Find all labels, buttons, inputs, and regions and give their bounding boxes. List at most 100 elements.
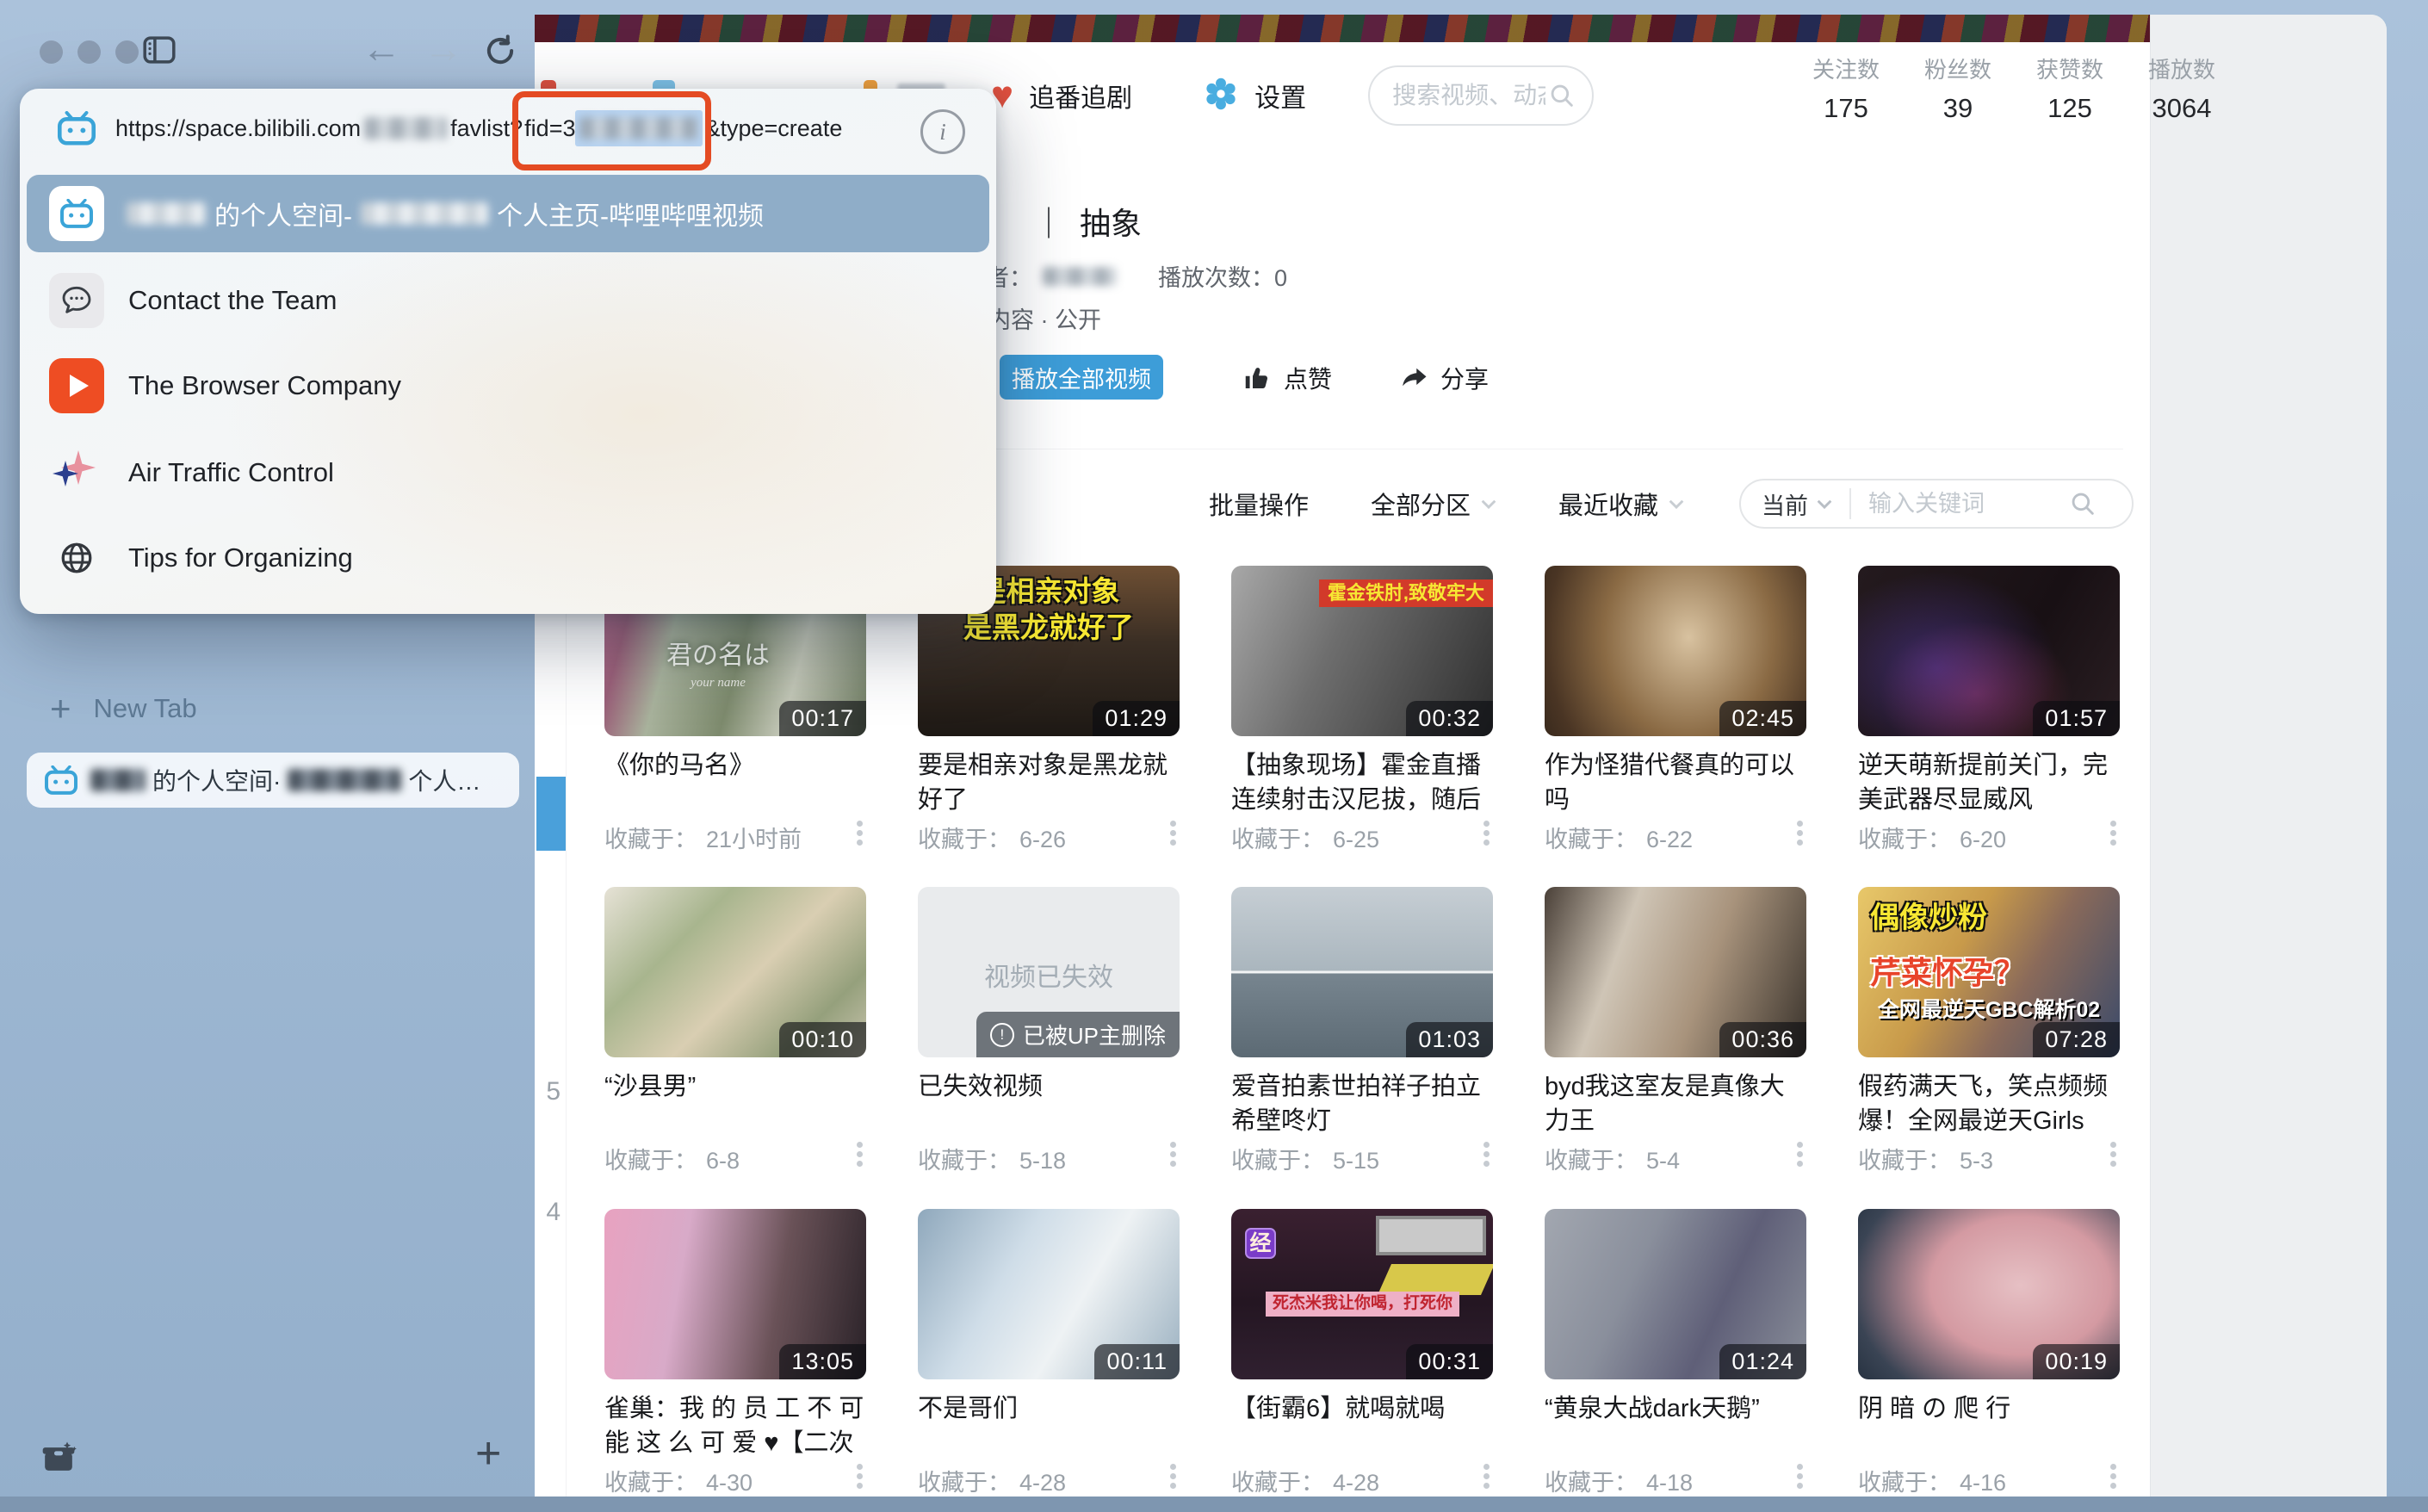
selected-folder-indicator[interactable] <box>536 777 566 851</box>
reload-icon[interactable] <box>482 33 518 73</box>
forward-icon[interactable]: → <box>424 31 463 65</box>
more-menu-icon[interactable] <box>1170 1142 1176 1148</box>
suggestion-browser-company[interactable]: The Browser Company <box>20 351 996 420</box>
more-menu-icon[interactable] <box>1797 1464 1803 1470</box>
more-menu-icon[interactable] <box>1797 1142 1803 1148</box>
video-title[interactable]: 要是相亲对象是黑龙就好了 <box>918 748 1180 817</box>
video-card[interactable]: 13:05 雀巢：我 的 员 工 不 可 能 这 么 可 爱 ♥【二次元爆改 收… <box>604 1209 866 1497</box>
more-menu-icon[interactable] <box>1483 1464 1490 1470</box>
video-thumbnail[interactable]: 00:31 经死杰米我让你喝，打死你 <box>1231 1209 1493 1379</box>
new-tab-label: New Tab <box>94 693 197 724</box>
sort-dropdown[interactable]: 最近收藏 <box>1558 486 1688 522</box>
suggestion-contact-team[interactable]: Contact the Team <box>20 266 996 335</box>
video-meta: 收藏于：5-18 <box>918 1142 1180 1171</box>
more-menu-icon[interactable] <box>1170 1464 1176 1470</box>
video-title[interactable]: 爱音拍素世拍祥子拍立希壁咚灯 <box>1231 1069 1493 1138</box>
bangumi-nav-item[interactable]: 追番追剧 <box>1029 77 1132 115</box>
more-menu-icon[interactable] <box>857 1142 863 1148</box>
url-text[interactable]: https://space.bilibili.com favlist? fid=… <box>115 110 842 146</box>
back-icon[interactable]: ← <box>362 31 401 65</box>
close-window-icon[interactable] <box>40 40 63 64</box>
video-title[interactable]: “黄泉大战dark天鹅” <box>1545 1391 1806 1426</box>
more-menu-icon[interactable] <box>2110 1142 2116 1148</box>
saved-label: 收藏于： <box>604 827 697 852</box>
space-search-input[interactable] <box>1391 81 1547 110</box>
duration-badge: 00:17 <box>779 701 866 736</box>
video-thumbnail[interactable]: 13:05 <box>604 1209 866 1379</box>
search-icon[interactable] <box>2068 489 2097 518</box>
video-thumbnail[interactable]: 01:57 <box>1858 566 2120 736</box>
video-title[interactable]: byd我这室友是真像大力王 <box>1545 1069 1806 1138</box>
video-title[interactable]: 作为怪猎代餐真的可以吗 <box>1545 748 1806 817</box>
more-menu-icon[interactable] <box>2110 1464 2116 1470</box>
video-card[interactable]: 00:11 不是哥们 收藏于：4-28 <box>918 1209 1180 1497</box>
video-thumbnail[interactable]: 02:45 <box>1545 566 1806 736</box>
category-dropdown[interactable]: 全部分区 <box>1371 486 1500 522</box>
settings-nav-item[interactable]: 设置 <box>1254 77 1306 115</box>
video-card[interactable]: 00:10 “沙县男” 收藏于：6-8 <box>604 887 866 1180</box>
video-title[interactable]: 已失效视频 <box>918 1069 1180 1104</box>
url-bar[interactable]: https://space.bilibili.com favlist? fid=… <box>20 89 996 168</box>
zoom-window-icon[interactable] <box>115 40 139 64</box>
saved-label: 收藏于： <box>1545 1148 1638 1174</box>
window-controls[interactable] <box>40 40 139 64</box>
active-tab[interactable]: 的个人空间·个人… <box>27 753 519 808</box>
video-card[interactable]: 01:24 “黄泉大战dark天鹅” 收藏于：4-18 <box>1545 1209 1806 1497</box>
more-menu-icon[interactable] <box>857 821 863 827</box>
video-thumbnail[interactable]: 00:32 霍金铁肘,致敬牢大 <box>1231 566 1493 736</box>
video-title[interactable]: 逆天萌新提前关门，完美武器尽显威风 <box>1858 748 2120 817</box>
keyword-search-box[interactable]: 当前 <box>1739 479 2134 529</box>
new-tab-button[interactable]: + New Tab <box>50 691 197 727</box>
video-card[interactable]: 00:31 经死杰米我让你喝，打死你 【街霸6】就喝就喝 收藏于：4-28 <box>1231 1209 1493 1497</box>
share-button[interactable]: 分享 <box>1399 359 1489 397</box>
minimize-window-icon[interactable] <box>77 40 101 64</box>
video-card[interactable]: 01:03 爱音拍素世拍祥子拍立希壁咚灯 收藏于：5-15 <box>1231 887 1493 1180</box>
batch-operations-button[interactable]: 批量操作 <box>1209 486 1309 522</box>
video-card[interactable]: 01:57 逆天萌新提前关门，完美武器尽显威风 收藏于：6-20 <box>1858 566 2120 858</box>
saved-date: 21小时前 <box>706 827 802 852</box>
search-icon[interactable] <box>1547 80 1576 111</box>
video-title[interactable]: 《你的马名》 <box>604 748 866 783</box>
keyword-input[interactable] <box>1867 490 2068 518</box>
video-title[interactable]: 雀巢：我 的 员 工 不 可 能 这 么 可 爱 ♥【二次元爆改 <box>604 1391 866 1462</box>
archive-box-icon[interactable] <box>40 1440 77 1478</box>
video-card[interactable]: 00:36 byd我这室友是真像大力王 收藏于：5-4 <box>1545 887 1806 1180</box>
scope-dropdown[interactable]: 当前 <box>1762 487 1836 521</box>
video-thumbnail[interactable]: 00:36 <box>1545 887 1806 1057</box>
video-thumbnail[interactable]: 00:19 <box>1858 1209 2120 1379</box>
more-menu-icon[interactable] <box>2110 821 2116 827</box>
info-icon[interactable]: i <box>920 109 965 154</box>
video-thumbnail[interactable]: 视频已失效!已被UP主删除 <box>918 887 1180 1057</box>
video-thumbnail[interactable]: 00:10 <box>604 887 866 1057</box>
sidebar-toggle-icon[interactable] <box>143 35 176 69</box>
video-title[interactable]: 假药满天飞，笑点频频爆！全网最逆天Girls Band Cry解析 <box>1858 1069 2120 1140</box>
more-menu-icon[interactable] <box>1483 1142 1490 1148</box>
video-title[interactable]: 阴 暗 の 爬 行 <box>1858 1391 2120 1426</box>
video-card[interactable]: 00:19 阴 暗 の 爬 行 收藏于：4-16 <box>1858 1209 2120 1497</box>
video-title[interactable]: 不是哥们 <box>918 1391 1180 1426</box>
video-thumbnail[interactable]: 00:11 <box>918 1209 1180 1379</box>
video-thumbnail[interactable]: 01:03 <box>1231 887 1493 1057</box>
video-card[interactable]: 视频已失效!已被UP主删除 已失效视频 收藏于：5-18 <box>918 887 1180 1180</box>
like-button[interactable]: 点赞 <box>1242 359 1332 397</box>
video-card[interactable]: 02:45 作为怪猎代餐真的可以吗 收藏于：6-22 <box>1545 566 1806 858</box>
play-all-button[interactable]: 播放全部视频 <box>1000 355 1163 400</box>
suggestion-air-traffic-control[interactable]: Air Traffic Control <box>20 438 996 507</box>
video-card[interactable]: 00:32 霍金铁肘,致敬牢大 【抽象现场】霍金直播连续射击汉尼拔，随后直播间被… <box>1231 566 1493 858</box>
space-search-box[interactable] <box>1368 65 1594 126</box>
video-card[interactable]: 07:28 偶像炒粉芹菜怀孕？全网最逆天GBC解析02 假药满天飞，笑点频频爆！… <box>1858 887 2120 1180</box>
video-title[interactable]: “沙县男” <box>604 1069 866 1104</box>
video-title[interactable]: 【抽象现场】霍金直播连续射击汉尼拔，随后直播间被封 <box>1231 748 1493 819</box>
video-meta: 收藏于：4-28 <box>918 1464 1180 1493</box>
video-thumbnail[interactable]: 07:28 偶像炒粉芹菜怀孕？全网最逆天GBC解析02 <box>1858 887 2120 1057</box>
more-menu-icon[interactable] <box>1170 821 1176 827</box>
video-title[interactable]: 【街霸6】就喝就喝 <box>1231 1391 1493 1426</box>
more-menu-icon[interactable] <box>1483 821 1490 827</box>
more-menu-icon[interactable] <box>1797 821 1803 827</box>
saved-date: 5-18 <box>1019 1148 1066 1174</box>
add-space-icon[interactable]: + <box>475 1431 501 1476</box>
more-menu-icon[interactable] <box>857 1464 863 1470</box>
video-thumbnail[interactable]: 01:24 <box>1545 1209 1806 1379</box>
suggestion-tips-organizing[interactable]: Tips for Organizing <box>20 524 996 592</box>
suggestion-selected[interactable]: 的个人空间- 个人主页-哔哩哔哩视频 <box>27 175 989 252</box>
